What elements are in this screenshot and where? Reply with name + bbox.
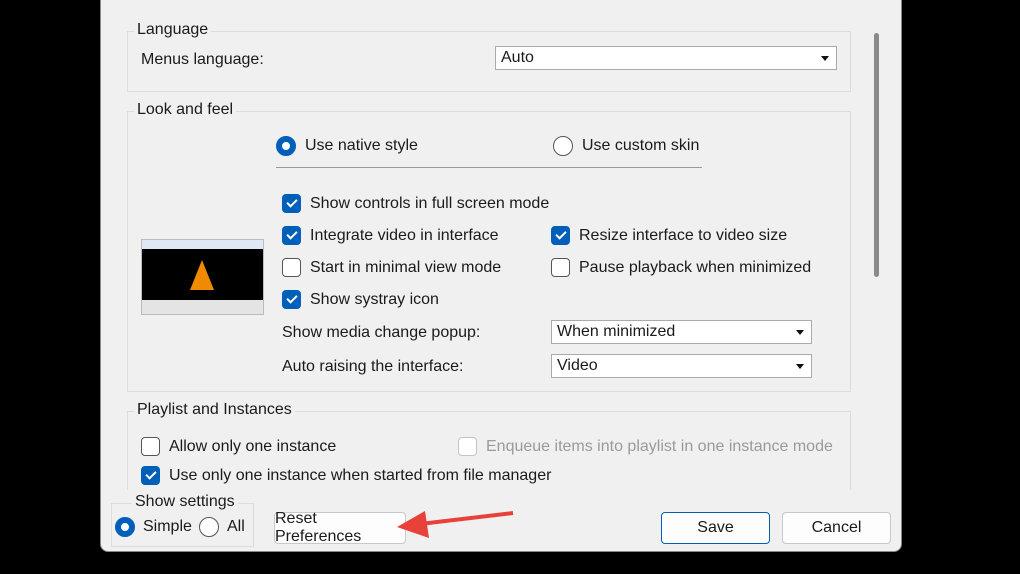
custom-label: Use custom skin bbox=[582, 137, 700, 154]
playlist-group: Playlist and Instances Allow only one in… bbox=[127, 401, 851, 490]
vlc-cone-icon bbox=[190, 260, 214, 290]
systray-checkbox[interactable]: Show systray icon bbox=[282, 290, 439, 309]
file-manager-checkbox[interactable]: Use only one instance when started from … bbox=[141, 466, 551, 485]
vlc-preview-image bbox=[141, 239, 264, 315]
native-style-radio[interactable]: Use native style bbox=[276, 136, 418, 156]
cancel-button[interactable]: Cancel bbox=[782, 512, 891, 544]
show-settings-title: Show settings bbox=[132, 493, 238, 511]
show-controls-checkbox[interactable]: Show controls in full screen mode bbox=[282, 194, 549, 213]
look-and-feel-group: Look and feel Use native style Use custo… bbox=[127, 101, 851, 392]
divider bbox=[276, 167, 702, 168]
pause-minimized-checkbox[interactable]: Pause playback when minimized bbox=[551, 258, 811, 277]
popup-label: Show media change popup: bbox=[282, 324, 481, 341]
resize-interface-checkbox[interactable]: Resize interface to video size bbox=[551, 226, 787, 245]
popup-select[interactable]: When minimized bbox=[551, 320, 812, 344]
label: Start in minimal view mode bbox=[310, 258, 502, 276]
label: Show controls in full screen mode bbox=[310, 194, 550, 212]
native-label: Use native style bbox=[305, 137, 418, 154]
save-button[interactable]: Save bbox=[661, 512, 770, 544]
language-title: Language bbox=[134, 21, 212, 39]
reset-preferences-button[interactable]: Reset Preferences bbox=[274, 510, 406, 545]
label: Allow only one instance bbox=[169, 437, 337, 455]
scrollbar-thumb[interactable] bbox=[874, 33, 879, 277]
menus-language-select[interactable]: Auto bbox=[495, 46, 837, 70]
all-radio[interactable]: All bbox=[199, 517, 245, 537]
custom-skin-radio[interactable]: Use custom skin bbox=[553, 136, 699, 156]
integrate-video-checkbox[interactable]: Integrate video in interface bbox=[282, 226, 499, 245]
language-group: Language Menus language: Auto bbox=[127, 21, 851, 92]
annotation-arrow-icon bbox=[397, 511, 514, 538]
preferences-dialog: Language Menus language: Auto Look and f… bbox=[100, 0, 902, 552]
label: Enqueue items into playlist in one insta… bbox=[486, 437, 833, 455]
one-instance-checkbox[interactable]: Allow only one instance bbox=[141, 437, 336, 456]
raise-label: Auto raising the interface: bbox=[282, 358, 464, 375]
label: Use only one instance when started from … bbox=[169, 466, 552, 484]
radio-selected bbox=[276, 136, 296, 156]
show-settings-group: Show settings Simple All bbox=[111, 493, 254, 547]
label: All bbox=[227, 518, 245, 535]
playlist-title: Playlist and Instances bbox=[134, 401, 295, 419]
settings-scroll-area: Language Menus language: Auto Look and f… bbox=[101, 0, 966, 490]
label: Pause playback when minimized bbox=[579, 258, 812, 276]
raise-select[interactable]: Video bbox=[551, 354, 812, 378]
simple-radio[interactable]: Simple bbox=[115, 517, 192, 537]
enqueue-checkbox[interactable]: Enqueue items into playlist in one insta… bbox=[458, 437, 833, 456]
menus-language-label: Menus language: bbox=[141, 51, 264, 68]
label: Resize interface to video size bbox=[579, 226, 788, 244]
minimal-view-checkbox[interactable]: Start in minimal view mode bbox=[282, 258, 501, 277]
look-title: Look and feel bbox=[134, 101, 237, 119]
radio-unselected bbox=[553, 136, 573, 156]
label: Show systray icon bbox=[310, 290, 439, 308]
label: Integrate video in interface bbox=[310, 226, 499, 244]
label: Simple bbox=[143, 518, 192, 535]
